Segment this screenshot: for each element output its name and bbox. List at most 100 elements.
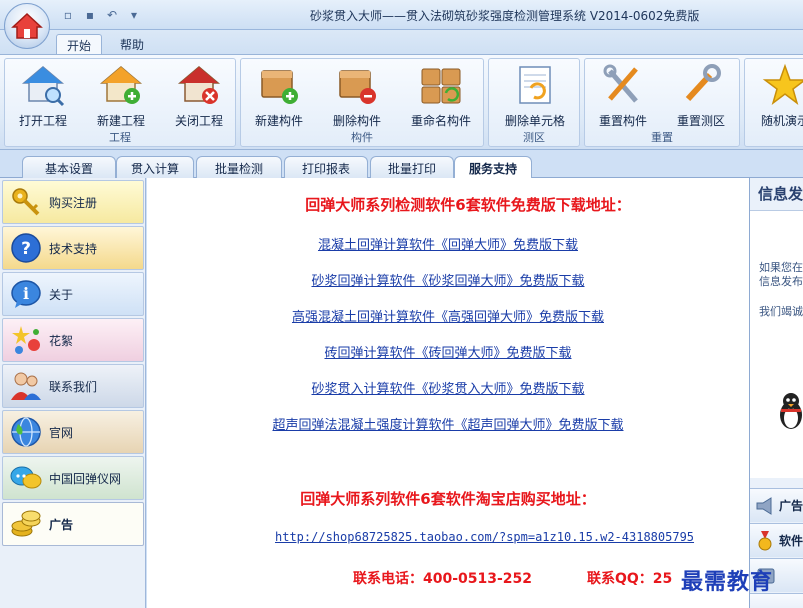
app-menu-button[interactable] — [4, 3, 50, 49]
nav-official-site-label: 官网 — [49, 425, 74, 440]
ribbon-tab-bar: 开始 帮助 — [0, 30, 803, 54]
ribbon-group-reset: 重置构件 重置测区 重置 — [584, 58, 740, 147]
ribbon-group-reset-label: 重置 — [651, 131, 673, 144]
ribbon-group-project: 打开工程 新建工程 关闭工程 工程 — [4, 58, 236, 147]
ribbon: 打开工程 新建工程 关闭工程 工程 新建构件 删除构件 重命名构件 构件 删除单… — [0, 54, 803, 150]
nav-china-rebound-site[interactable]: 中国回弹仪网 — [2, 456, 144, 500]
function-tab-bar: 基本设置 贯入计算 批量检测 打印报表 批量打印 服务支持 — [0, 152, 803, 179]
nav-contact-us-label: 联系我们 — [49, 379, 98, 394]
download-link-ultrasonic[interactable]: 超声回弹法混凝土强度计算软件《超声回弹大师》免费版下载 — [147, 414, 749, 433]
tab-batch-print[interactable]: 批量打印 — [370, 156, 454, 178]
info-panel-title: 信息发 — [758, 185, 803, 203]
quick-access-toolbar: ▫ ▪ ↶ ▾ — [58, 6, 144, 24]
watermark-text: 最需教育 — [681, 570, 774, 595]
home-icon — [11, 12, 43, 39]
tab-print-report[interactable]: 打印报表 — [284, 156, 368, 178]
random-demo-button[interactable]: 随机演示 — [749, 63, 803, 129]
contact-qq: 联系QQ：25 — [587, 571, 673, 587]
nav-highlights[interactable]: 花絮 — [2, 318, 144, 362]
reset-zone-label: 重置测区 — [676, 114, 725, 128]
people-icon — [11, 372, 41, 400]
delete-cell-label: 删除单元格 — [504, 114, 565, 128]
contact-phone: 联系电话：400-0513-252 — [353, 571, 533, 587]
nav-china-rebound-site-label: 中国回弹仪网 — [49, 471, 122, 486]
nav-tech-support[interactable]: ? 技术支持 — [2, 226, 144, 270]
download-link-brick[interactable]: 砖回弹计算软件《砖回弹大师》免费版下载 — [147, 342, 749, 361]
info-icon: i — [11, 280, 41, 308]
download-link-rebound[interactable]: 混凝土回弹计算软件《回弹大师》免费版下载 — [147, 234, 749, 253]
download-link-mortar-rebound[interactable]: 砂浆回弹计算软件《砂浆回弹大师》免费版下载 — [147, 270, 749, 289]
info-tab-ads[interactable]: 广告 — [750, 488, 803, 522]
coins-icon — [11, 510, 41, 537]
chat-icon — [10, 466, 42, 489]
nav-ads[interactable]: 广告 — [2, 502, 144, 546]
reset-zone-button[interactable]: 重置测区 — [665, 63, 737, 129]
house-search-icon — [21, 66, 65, 107]
star-icon — [762, 63, 803, 105]
ribbon-group-demo: 随机演示 — [744, 58, 803, 147]
delete-component-label: 删除构件 — [332, 114, 381, 128]
delete-cell-button[interactable]: 删除单元格 — [499, 63, 571, 129]
ribbon-group-zone: 删除单元格 测区 — [488, 58, 580, 147]
tools-icon — [603, 64, 638, 103]
tab-home[interactable]: 开始 — [56, 34, 103, 54]
globe-icon — [11, 417, 41, 447]
nav-buy-register-label: 购买注册 — [49, 195, 98, 210]
undo-icon[interactable]: ↶ — [102, 6, 122, 24]
nav-about-label: 关于 — [49, 287, 74, 302]
open-project-label: 打开工程 — [18, 114, 67, 128]
save-icon[interactable]: ▪ — [80, 6, 100, 24]
download-link-high-strength[interactable]: 高强混凝土回弹计算软件《高强回弹大师》免费版下载 — [147, 306, 749, 325]
nav-ads-label: 广告 — [49, 517, 74, 532]
window-title: 砂浆贯入大师——贯入法砌筑砂浆强度检测管理系统 V2014-0602免费版 — [310, 9, 700, 23]
left-nav: 购买注册 ? 技术支持 i 关于 花絮 联系我们 官网 中国回弹仪网 广告 — [0, 178, 146, 608]
nav-official-site[interactable]: 官网 — [2, 410, 144, 454]
ribbon-group-component-label: 构件 — [351, 131, 373, 144]
info-text-line: 信息发布 — [759, 275, 803, 288]
house-close-icon — [177, 66, 221, 104]
svg-text:i: i — [23, 284, 29, 303]
boxes-rename-icon — [421, 68, 461, 104]
delete-component-button[interactable]: 删除构件 — [321, 63, 393, 129]
sparkle-icon — [12, 326, 40, 354]
reset-component-label: 重置构件 — [598, 114, 647, 128]
download-heading: 回弹大师系列检测软件6套软件免费版下载地址： — [305, 196, 631, 214]
new-component-button[interactable]: 新建构件 — [243, 63, 315, 129]
download-link-mortar-penetration[interactable]: 砂浆贯入计算软件《砂浆贯入大师》免费版下载 — [147, 378, 749, 397]
tab-penetration-calc[interactable]: 贯入计算 — [116, 156, 194, 178]
info-text-line: 我们竭诚 — [759, 305, 803, 318]
ribbon-group-zone-label: 测区 — [523, 131, 545, 144]
medal-icon — [758, 530, 772, 550]
shop-heading: 回弹大师系列软件6套软件淘宝店购买地址： — [300, 490, 596, 508]
megaphone-icon — [756, 496, 772, 515]
box-remove-icon — [339, 70, 376, 104]
new-component-label: 新建构件 — [254, 114, 303, 128]
info-tab-ads-label: 广告 — [779, 499, 803, 513]
help-icon: ? — [11, 233, 41, 263]
reset-component-button[interactable]: 重置构件 — [587, 63, 659, 129]
wrench-icon — [685, 64, 721, 102]
tab-batch-detection[interactable]: 批量检测 — [196, 156, 282, 178]
box-add-icon — [261, 70, 298, 104]
new-project-button[interactable]: 新建工程 — [85, 63, 157, 129]
rename-component-button[interactable]: 重命名构件 — [401, 63, 481, 129]
service-support-content: 回弹大师系列检测软件6套软件免费版下载地址： 混凝土回弹计算软件《回弹大师》免费… — [147, 178, 749, 608]
tab-help[interactable]: 帮助 — [110, 34, 154, 54]
customize-qat-icon[interactable]: ▾ — [124, 6, 144, 24]
new-file-icon[interactable]: ▫ — [58, 6, 78, 24]
info-tab-software[interactable]: 软件 — [750, 523, 803, 557]
new-project-label: 新建工程 — [96, 114, 145, 128]
tab-service-support[interactable]: 服务支持 — [454, 156, 532, 179]
nav-tech-support-label: 技术支持 — [49, 241, 98, 256]
tab-basic-settings[interactable]: 基本设置 — [22, 156, 116, 178]
close-project-button[interactable]: 关闭工程 — [163, 63, 235, 129]
nav-about[interactable]: i 关于 — [2, 272, 144, 316]
nav-buy-register[interactable]: 购买注册 — [2, 180, 144, 224]
sheet-undo-icon — [519, 66, 551, 104]
rename-component-label: 重命名构件 — [410, 114, 471, 128]
nav-highlights-label: 花絮 — [49, 333, 74, 348]
shop-url-link[interactable]: http://shop68725825.taobao.com/?spm=a1z1… — [275, 530, 694, 544]
nav-contact-us[interactable]: 联系我们 — [2, 364, 144, 408]
info-panel: 信息发 如果您在 信息发布 我们竭诚 广告 软件 — [749, 178, 803, 608]
open-project-button[interactable]: 打开工程 — [7, 63, 79, 129]
